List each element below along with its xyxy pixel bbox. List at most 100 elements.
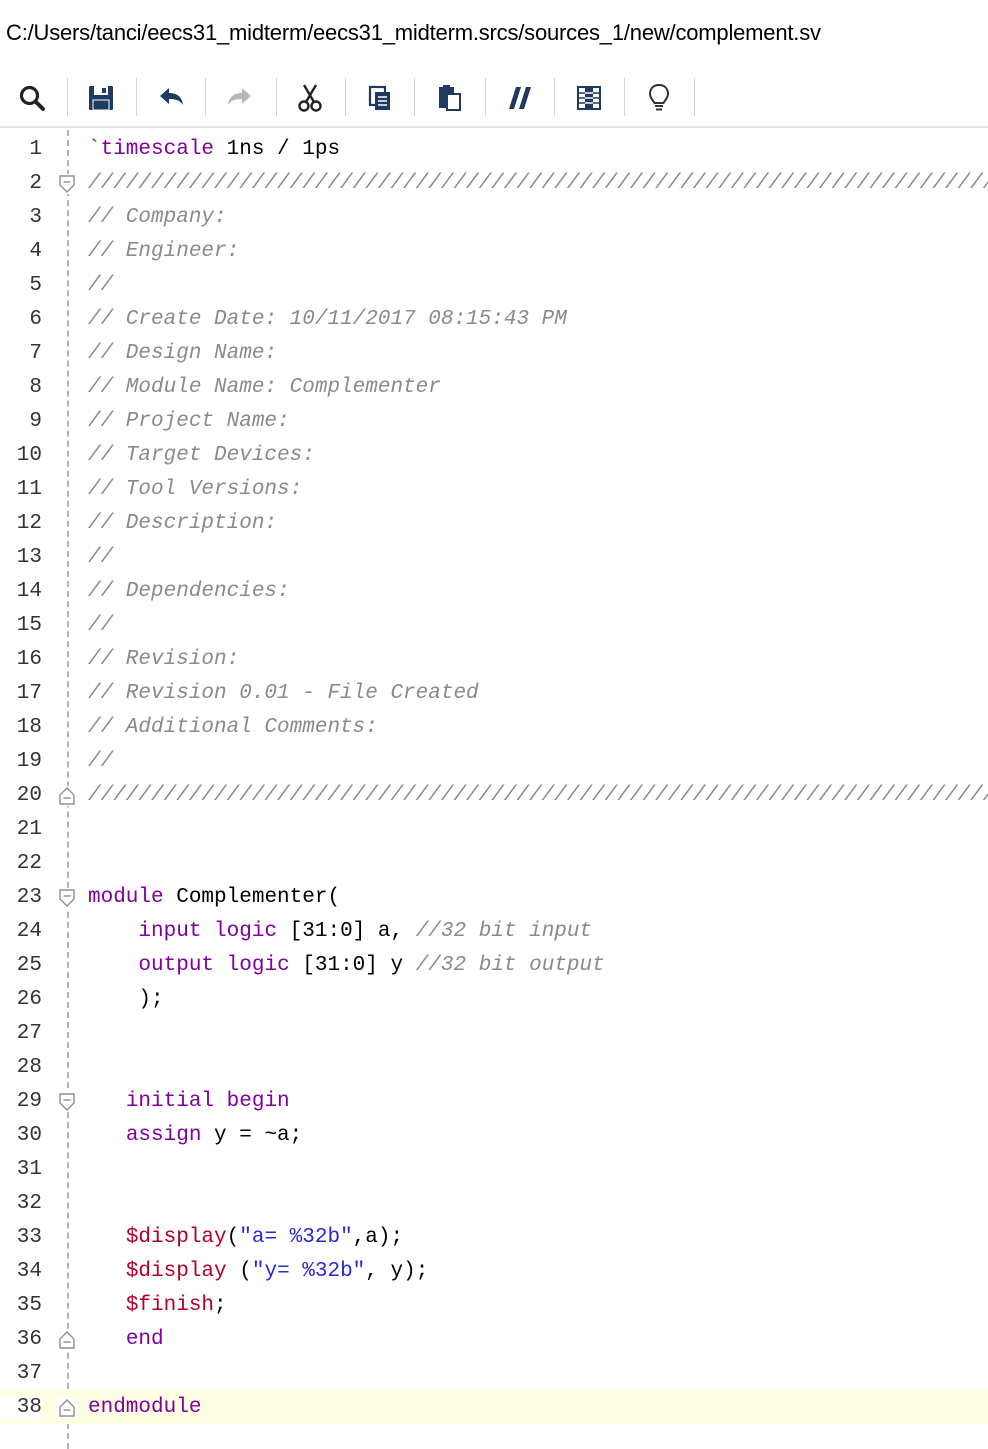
code-text: // [88, 274, 113, 297]
line-number: 19 [16, 750, 42, 773]
line-number: 1 [29, 138, 42, 161]
code-text: // [88, 546, 113, 569]
fold-collapse-icon[interactable] [57, 888, 77, 908]
code-text: // Additional Comments: [88, 716, 378, 739]
toolbar-separator [554, 78, 555, 116]
code-line[interactable]: 24 input logic [31:0] a, //32 bit input [0, 914, 988, 948]
code-token: // Tool Versions: [88, 478, 303, 501]
code-line[interactable]: 28 [0, 1050, 988, 1084]
line-number: 25 [16, 954, 42, 977]
code-text: ////////////////////////////////////////… [88, 784, 988, 807]
code-line[interactable]: 22 [0, 846, 988, 880]
code-text: // Engineer: [88, 240, 239, 263]
fold-end-icon[interactable] [57, 1330, 77, 1350]
code-line[interactable]: 23 module Complementer( [0, 880, 988, 914]
code-token: // Engineer: [88, 240, 240, 263]
search-button[interactable] [14, 80, 50, 116]
toggle-comment-button[interactable] [501, 80, 537, 116]
cut-button[interactable] [292, 80, 328, 116]
fold-end-icon[interactable] [57, 1398, 77, 1418]
line-number: 14 [16, 580, 42, 603]
undo-icon [160, 88, 183, 105]
line-number: 26 [16, 988, 42, 1011]
fold-collapse-icon[interactable] [57, 1092, 77, 1112]
fold-collapse-icon[interactable] [57, 174, 77, 194]
code-line[interactable]: 26 ); [0, 982, 988, 1016]
code-line[interactable]: 14 // Dependencies: [0, 574, 988, 608]
code-editor[interactable]: 1 `timescale 1ns / 1ps 2//////////////////… [0, 130, 988, 1449]
code-line[interactable]: 27 [0, 1016, 988, 1050]
code-token: input [138, 920, 202, 943]
code-line[interactable]: 3 // Company: [0, 200, 988, 234]
code-line[interactable]: 11 // Tool Versions: [0, 472, 988, 506]
code-line[interactable]: 7 // Design Name: [0, 336, 988, 370]
code-line[interactable]: 4 // Engineer: [0, 234, 988, 268]
line-number: 2 [29, 172, 42, 195]
code-token: ////////////////////////////////////////… [88, 172, 988, 195]
code-line[interactable]: 18 // Additional Comments: [0, 710, 988, 744]
copy-button[interactable] [362, 80, 398, 116]
code-line[interactable]: 25 output logic [31:0] y //32 bit output [0, 948, 988, 982]
code-line[interactable]: 9 // Project Name: [0, 404, 988, 438]
code-text: ); [88, 988, 163, 1011]
redo-button[interactable] [222, 80, 258, 116]
code-line[interactable]: 32 [0, 1186, 988, 1220]
line-number: 30 [16, 1124, 42, 1147]
code-line[interactable]: 35 $finish; [0, 1288, 988, 1322]
line-number: 34 [16, 1260, 42, 1283]
line-number: 13 [16, 546, 42, 569]
line-number: 21 [16, 818, 42, 841]
code-token: ; [214, 1294, 227, 1317]
code-line[interactable]: 2 ///////////////////////////////////////… [0, 166, 988, 200]
code-line[interactable]: 8 // Module Name: Complementer [0, 370, 988, 404]
file-path-title: C:/Users/tanci/eecs31_midterm/eecs31_mid… [6, 20, 821, 45]
code-line[interactable]: 5 // [0, 268, 988, 302]
code-line[interactable]: 36 end [0, 1322, 988, 1356]
code-line[interactable]: 21 [0, 812, 988, 846]
code-line[interactable]: 31 [0, 1152, 988, 1186]
code-token: $finish [125, 1294, 215, 1317]
code-token: // [88, 546, 114, 569]
line-number: 4 [29, 240, 42, 263]
code-line[interactable]: 20 //////////////////////////////////////… [0, 778, 988, 812]
line-number: 12 [16, 512, 42, 535]
code-line[interactable]: 12 // Description: [0, 506, 988, 540]
code-line[interactable]: 1 `timescale 1ns / 1ps [0, 132, 988, 166]
code-line[interactable]: 38 endmodule [0, 1390, 988, 1424]
lightbulb-button[interactable] [641, 80, 677, 116]
line-number: 20 [16, 784, 42, 807]
code-line[interactable]: 30 assign y = ~a; [0, 1118, 988, 1152]
code-token: // [88, 614, 114, 637]
code-line[interactable]: 33 $display("a= %32b",a); [0, 1220, 988, 1254]
code-line[interactable]: 37 [0, 1356, 988, 1390]
code-token: 1ns / 1ps [214, 138, 341, 161]
line-number: 17 [16, 682, 42, 705]
toolbar-separator [205, 78, 206, 116]
column-selection-button[interactable] [571, 80, 607, 116]
fold-end-icon[interactable] [57, 786, 77, 806]
code-token: // Revision 0.01 - File Created [88, 682, 479, 705]
code-line[interactable]: 17 // Revision 0.01 - File Created [0, 676, 988, 710]
line-number: 6 [29, 308, 42, 331]
code-text: // Tool Versions: [88, 478, 302, 501]
save-button[interactable] [83, 80, 119, 116]
code-line[interactable]: 16 // Revision: [0, 642, 988, 676]
code-line[interactable]: 19 // [0, 744, 988, 778]
code-line[interactable]: 6 // Create Date: 10/11/2017 08:15:43 PM [0, 302, 988, 336]
code-line[interactable]: 13 // [0, 540, 988, 574]
paste-button[interactable] [431, 80, 467, 116]
code-line[interactable]: 34 $display ("y= %32b", y); [0, 1254, 988, 1288]
undo-button[interactable] [153, 80, 189, 116]
code-line[interactable]: 15 // [0, 608, 988, 642]
code-token: module [88, 886, 164, 909]
code-line[interactable]: 10 // Target Devices: [0, 438, 988, 472]
code-line[interactable]: 29 initial begin [0, 1084, 988, 1118]
